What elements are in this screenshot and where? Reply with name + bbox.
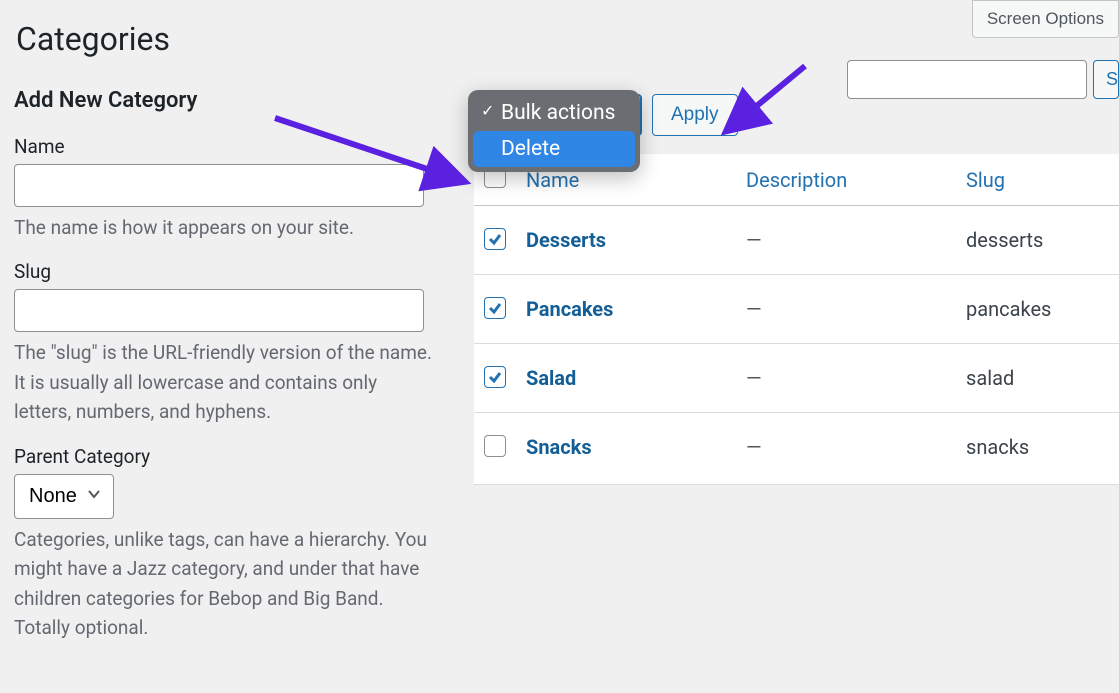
- slug-input[interactable]: [14, 289, 424, 332]
- row-checkbox[interactable]: [484, 297, 506, 319]
- category-slug: salad: [956, 344, 1119, 413]
- category-slug: pancakes: [956, 275, 1119, 344]
- row-checkbox[interactable]: [484, 435, 506, 457]
- category-description: —: [736, 275, 956, 344]
- table-row: Pancakes —pancakes: [474, 275, 1119, 344]
- bulk-actions-dropdown: Bulk actions Delete: [468, 90, 640, 172]
- categories-table: Name Description Slug Desserts—dessertsP…: [474, 154, 1119, 485]
- table-row: Desserts —desserts: [474, 206, 1119, 275]
- name-input[interactable]: [14, 164, 424, 207]
- parent-category-select[interactable]: None: [14, 474, 114, 519]
- parent-category-help: Categories, unlike tags, can have a hier…: [14, 525, 434, 643]
- category-name-link[interactable]: Pancakes: [526, 297, 613, 321]
- category-name-link[interactable]: Snacks: [526, 435, 592, 459]
- row-checkbox[interactable]: [484, 228, 506, 250]
- row-checkbox[interactable]: [484, 366, 506, 388]
- slug-help: The "slug" is the URL-friendly version o…: [14, 338, 434, 426]
- parent-category-label: Parent Category: [14, 445, 434, 468]
- category-slug: snacks: [956, 413, 1119, 485]
- column-header-description[interactable]: Description: [746, 168, 847, 192]
- column-header-slug[interactable]: Slug: [966, 168, 1005, 192]
- add-category-form: Add New Category Name The name is how it…: [14, 88, 434, 661]
- apply-button[interactable]: Apply: [652, 94, 738, 136]
- category-description: —: [736, 413, 956, 485]
- screen-options-button[interactable]: Screen Options: [972, 0, 1119, 38]
- name-label: Name: [14, 135, 434, 158]
- bulk-option-delete[interactable]: Delete: [473, 131, 635, 167]
- page-title: Categories: [0, 0, 1119, 58]
- category-name-link[interactable]: Desserts: [526, 228, 606, 252]
- bulk-option-bulk-actions[interactable]: Bulk actions: [473, 95, 635, 131]
- category-description: —: [736, 344, 956, 413]
- table-row: Snacks —snacks: [474, 413, 1119, 485]
- category-name-link[interactable]: Salad: [526, 366, 576, 390]
- name-help: The name is how it appears on your site.: [14, 213, 434, 242]
- slug-label: Slug: [14, 260, 434, 283]
- category-slug: desserts: [956, 206, 1119, 275]
- table-row: Salad —salad: [474, 344, 1119, 413]
- category-description: —: [736, 206, 956, 275]
- add-category-heading: Add New Category: [14, 88, 434, 113]
